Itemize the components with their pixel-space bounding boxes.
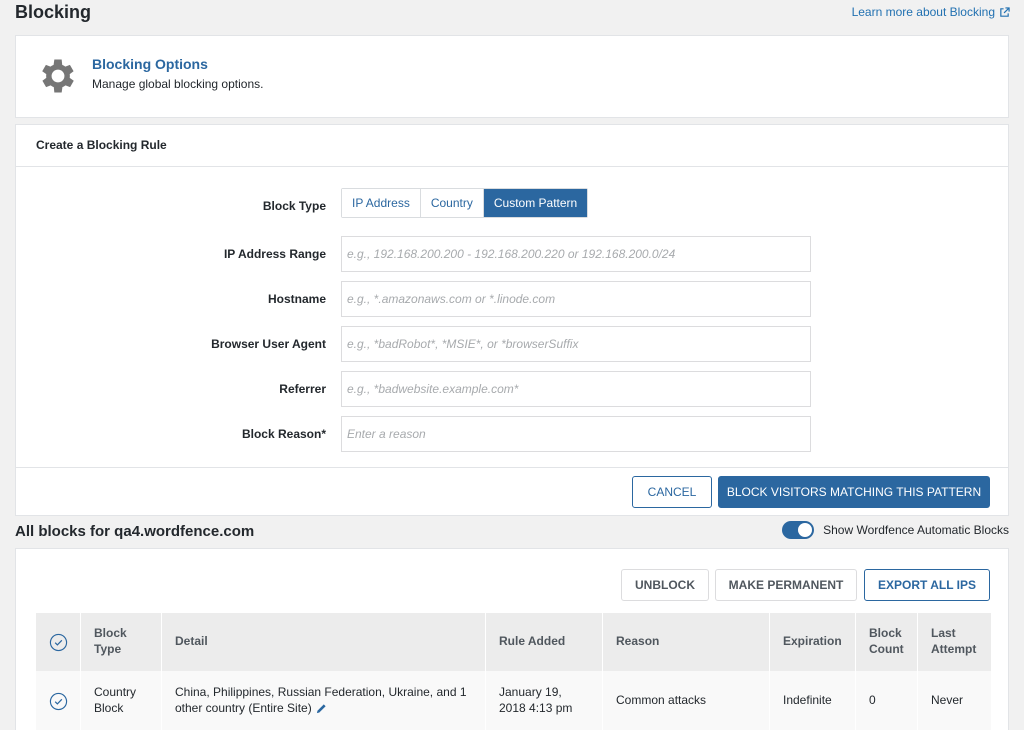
export-all-ips-button[interactable]: Export All IPs: [864, 569, 990, 601]
col-reason[interactable]: Reason: [603, 613, 770, 671]
select-all-checkbox-icon[interactable]: [49, 633, 68, 652]
block-reason-input[interactable]: [341, 416, 811, 452]
unblock-button[interactable]: Unblock: [621, 569, 709, 601]
row-reason: Common attacks: [603, 671, 770, 730]
row-detail-cell: China, Philippines, Russian Federation, …: [162, 671, 486, 730]
blocking-options-panel[interactable]: Blocking Options Manage global blocking …: [15, 35, 1009, 118]
learn-more-label: Learn more about Blocking: [851, 5, 995, 19]
user-agent-label: Browser User Agent: [211, 337, 326, 351]
create-rule-panel: Create a Blocking Rule Block Type IP Add…: [15, 124, 1009, 516]
referrer-input[interactable]: [341, 371, 811, 407]
col-block-type[interactable]: Block Type: [81, 613, 162, 671]
referrer-label: Referrer: [279, 382, 326, 396]
page-title: Blocking: [15, 2, 92, 22]
col-detail[interactable]: Detail: [162, 613, 486, 671]
hostname-input[interactable]: [341, 281, 811, 317]
create-rule-header: Create a Blocking Rule: [16, 125, 1008, 167]
col-last-attempt[interactable]: Last Attempt: [918, 613, 991, 671]
pencil-icon[interactable]: [316, 703, 327, 714]
make-permanent-button[interactable]: Make Permanent: [715, 569, 857, 601]
automatic-blocks-label: Show Wordfence Automatic Blocks: [823, 523, 1009, 537]
block-type-ip[interactable]: IP Address: [342, 189, 421, 217]
automatic-blocks-toggle-row: Show Wordfence Automatic Blocks: [782, 521, 1009, 539]
block-type-selector: IP Address Country Custom Pattern: [341, 188, 589, 218]
gear-icon: [42, 59, 74, 93]
table-header: Block Type Detail Rule Added Reason Expi…: [36, 613, 991, 671]
ip-range-input[interactable]: [341, 236, 811, 272]
row-last-attempt: Never: [931, 693, 964, 708]
row-block-count: 0: [856, 671, 918, 730]
row-expiration: Indefinite: [770, 671, 856, 730]
all-blocks-title: All blocks for qa4.wordfence.com: [15, 523, 255, 540]
block-reason-label: Block Reason*: [241, 427, 326, 441]
block-type-label: Block Type: [262, 199, 326, 213]
block-type-country[interactable]: Country: [420, 189, 484, 217]
blocks-table: Block Type Detail Rule Added Reason Expi…: [36, 613, 991, 730]
blocking-options-title[interactable]: Blocking Options: [92, 56, 208, 72]
learn-more-link[interactable]: Learn more about Blocking: [852, 5, 1010, 19]
ip-range-label: IP Address Range: [223, 247, 326, 261]
table-row[interactable]: Country Block China, Philippines, Russia…: [36, 671, 991, 730]
row-block-type: Country Block: [81, 671, 162, 730]
cancel-button[interactable]: Cancel: [632, 476, 712, 508]
col-block-count[interactable]: Block Count: [856, 613, 918, 671]
block-type-custom-pattern[interactable]: Custom Pattern: [483, 189, 588, 217]
row-rule-added: January 19, 2018 4:13 pm: [486, 671, 603, 730]
blocks-panel: Unblock Make Permanent Export All IPs Bl…: [15, 548, 1009, 730]
row-select-cell: [36, 671, 81, 730]
form-divider: [16, 467, 1008, 468]
user-agent-input[interactable]: [341, 326, 811, 362]
block-visitors-button[interactable]: Block Visitors Matching This Pattern: [718, 476, 990, 508]
select-all-cell: [36, 613, 81, 671]
blocking-options-subtitle: Manage global blocking options.: [92, 77, 264, 91]
external-link-icon: [1000, 6, 1010, 17]
automatic-blocks-toggle[interactable]: [782, 521, 815, 539]
col-expiration[interactable]: Expiration: [770, 613, 856, 671]
col-rule-added[interactable]: Rule Added: [486, 613, 603, 671]
row-checkbox-icon[interactable]: [49, 692, 68, 711]
hostname-label: Hostname: [267, 292, 326, 306]
